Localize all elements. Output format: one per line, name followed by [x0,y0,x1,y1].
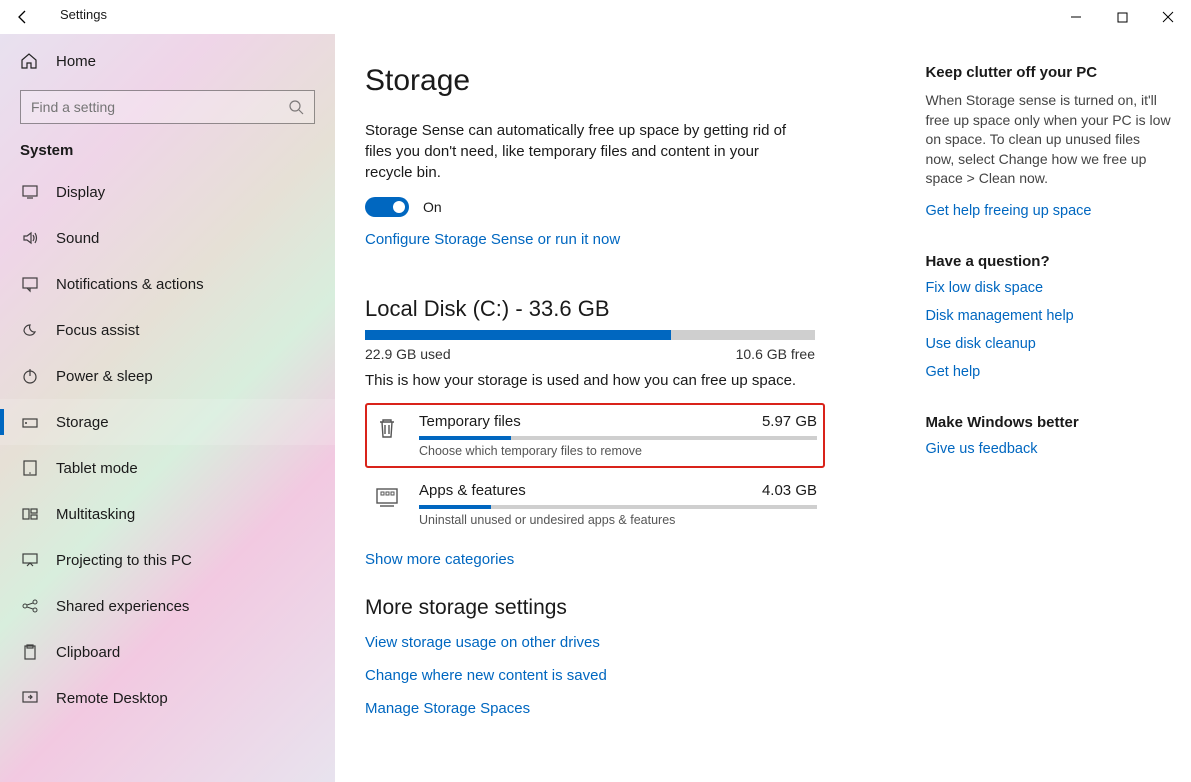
sidebar-item-label: Multitasking [56,506,135,523]
sidebar-item-label: Projecting to this PC [56,552,192,569]
question-title: Have a question? [925,253,1171,270]
category-name: Apps & features [419,482,526,499]
clipboard-icon [20,643,40,661]
title-bar: Settings [0,0,1191,34]
sidebar-item-label: Tablet mode [56,460,138,477]
sidebar-item-power-sleep[interactable]: Power & sleep [0,353,335,399]
arrow-left-icon [15,9,31,25]
apps-icon [373,484,401,510]
feedback-title: Make Windows better [925,414,1171,431]
section-label: System [0,134,335,169]
sidebar: Home System Display Sound Notifications … [0,34,335,782]
view-storage-other-drives-link[interactable]: View storage usage on other drives [365,634,895,651]
sidebar-item-label: Sound [56,230,99,247]
search-box[interactable] [20,90,315,124]
disk-used-label: 22.9 GB used [365,346,451,362]
get-help-link[interactable]: Get help [925,364,1171,380]
main-content: Storage Storage Sense can automatically … [335,34,1191,782]
search-icon [288,99,304,115]
sidebar-item-focus-assist[interactable]: Focus assist [0,307,335,353]
sidebar-item-label: Remote Desktop [56,690,168,707]
sidebar-item-tablet-mode[interactable]: Tablet mode [0,445,335,491]
toggle-label: On [423,199,442,215]
category-hint: Uninstall unused or undesired apps & fea… [419,513,817,527]
trash-icon [373,415,401,441]
minimize-icon [1070,11,1082,23]
home-icon [20,52,40,70]
sidebar-item-label: Storage [56,414,109,431]
maximize-icon [1117,12,1128,23]
disk-management-help-link[interactable]: Disk management help [925,308,1171,324]
show-more-categories-link[interactable]: Show more categories [365,551,514,568]
sidebar-item-label: Clipboard [56,644,120,661]
get-help-freeing-space-link[interactable]: Get help freeing up space [925,203,1171,219]
category-size: 5.97 GB [762,413,817,430]
sidebar-item-sound[interactable]: Sound [0,215,335,261]
storage-sense-toggle[interactable] [365,197,409,217]
maximize-button[interactable] [1099,0,1145,34]
more-storage-heading: More storage settings [365,596,895,620]
sidebar-item-projecting[interactable]: Projecting to this PC [0,537,335,583]
clutter-body: When Storage sense is turned on, it'll f… [925,91,1171,189]
page-title: Storage [365,64,895,98]
fix-low-disk-space-link[interactable]: Fix low disk space [925,280,1171,296]
intro-text: Storage Sense can automatically free up … [365,120,795,183]
category-temporary-files[interactable]: Temporary files 5.97 GB Choose which tem… [365,403,825,468]
search-input[interactable] [31,99,271,115]
power-icon [20,367,40,385]
home-link[interactable]: Home [0,40,335,82]
sidebar-item-label: Focus assist [56,322,139,339]
sidebar-item-label: Notifications & actions [56,276,204,293]
clutter-title: Keep clutter off your PC [925,64,1171,81]
disk-heading: Local Disk (C:) - 33.6 GB [365,296,895,322]
sidebar-item-label: Shared experiences [56,598,189,615]
category-apps-features[interactable]: Apps & features 4.03 GB Uninstall unused… [365,472,825,537]
configure-storage-sense-link[interactable]: Configure Storage Sense or run it now [365,231,620,248]
sidebar-item-remote-desktop[interactable]: Remote Desktop [0,675,335,721]
disk-usage-bar [365,330,815,340]
category-name: Temporary files [419,413,521,430]
sidebar-item-label: Power & sleep [56,368,153,385]
multitasking-icon [20,505,40,523]
give-feedback-link[interactable]: Give us feedback [925,441,1171,457]
projecting-icon [20,551,40,569]
sidebar-item-shared-experiences[interactable]: Shared experiences [0,583,335,629]
sidebar-item-multitasking[interactable]: Multitasking [0,491,335,537]
sidebar-item-clipboard[interactable]: Clipboard [0,629,335,675]
change-new-content-link[interactable]: Change where new content is saved [365,667,895,684]
category-size: 4.03 GB [762,482,817,499]
focus-assist-icon [20,321,40,339]
display-icon [20,183,40,201]
usage-description: This is how your storage is used and how… [365,372,895,389]
notifications-icon [20,275,40,293]
storage-icon [20,413,40,431]
category-bar [419,505,817,509]
back-button[interactable] [0,0,45,34]
close-button[interactable] [1145,0,1191,34]
category-bar [419,436,817,440]
manage-storage-spaces-link[interactable]: Manage Storage Spaces [365,700,895,717]
tablet-icon [20,459,40,477]
use-disk-cleanup-link[interactable]: Use disk cleanup [925,336,1171,352]
aside-column: Keep clutter off your PC When Storage se… [925,64,1171,782]
sidebar-item-storage[interactable]: Storage [0,399,335,445]
home-label: Home [56,53,96,70]
remote-desktop-icon [20,689,40,707]
close-icon [1162,11,1174,23]
sidebar-item-label: Display [56,184,105,201]
shared-experiences-icon [20,597,40,615]
nav-list: Display Sound Notifications & actions Fo… [0,169,335,721]
sidebar-item-notifications[interactable]: Notifications & actions [0,261,335,307]
category-hint: Choose which temporary files to remove [419,444,817,458]
sound-icon [20,229,40,247]
sidebar-item-display[interactable]: Display [0,169,335,215]
disk-free-label: 10.6 GB free [736,346,815,362]
minimize-button[interactable] [1053,0,1099,34]
app-title: Settings [60,7,107,22]
